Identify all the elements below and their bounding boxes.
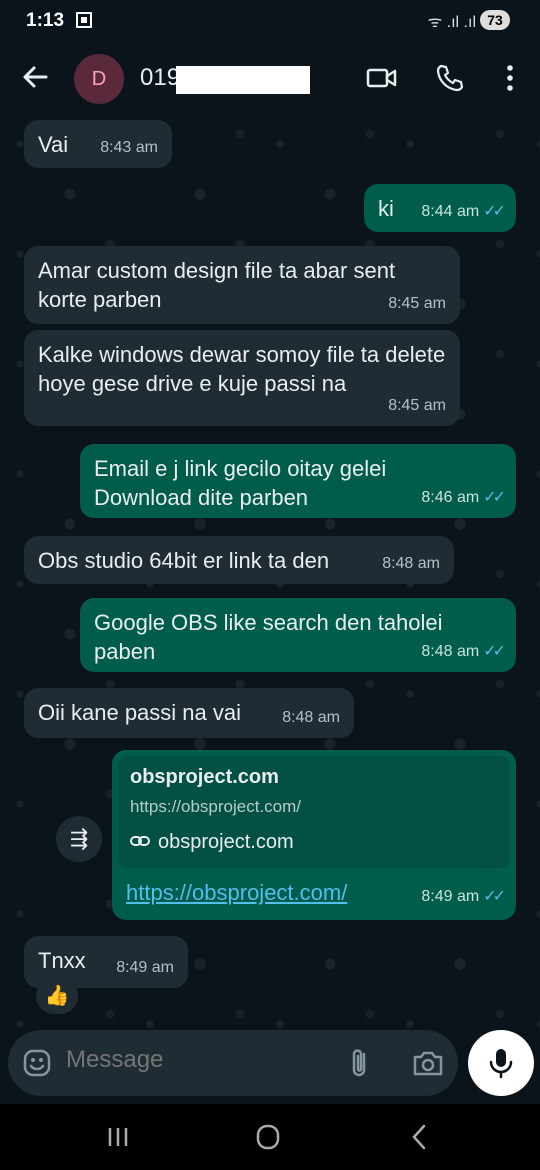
message-time: 8:48 am xyxy=(421,643,480,660)
link-preview[interactable]: obsproject.com https://obsproject.com/ o… xyxy=(118,756,510,868)
message-time: 8:48 am xyxy=(282,709,340,726)
chat-header: D 019 xyxy=(0,42,540,114)
message-bubble[interactable]: Amar custom design file ta abar sent kor… xyxy=(24,246,460,324)
voice-record-button[interactable] xyxy=(468,1030,534,1096)
message-bubble[interactable]: Google OBS like search den taholei paben… xyxy=(80,598,516,672)
read-ticks-icon: ✓✓ xyxy=(483,888,506,905)
status-time: 1:13 xyxy=(26,10,65,31)
redaction-block xyxy=(176,66,310,94)
message-bubble[interactable]: Kalke windows dewar somoy file ta delete… xyxy=(24,330,460,426)
chat-area[interactable]: Vai 8:43 am ki 8:44 am ✓✓ Amar custom des… xyxy=(0,114,540,1034)
link-preview-url: https://obsproject.com/ xyxy=(130,797,302,816)
link-preview-site-label: obsproject.com xyxy=(158,831,294,853)
message-time: 8:45 am xyxy=(388,295,446,312)
microphone-icon xyxy=(489,1049,513,1079)
message-bubble[interactable]: Oii kane passi na vai 8:48 am xyxy=(24,688,354,738)
contact-name[interactable]: 019 xyxy=(140,64,180,92)
screenshot-icon xyxy=(74,10,94,36)
emoji-icon[interactable] xyxy=(22,1048,52,1078)
link-preview-site: obsproject.com xyxy=(130,831,498,854)
avatar[interactable]: D xyxy=(74,54,124,104)
message-text: Kalke windows dewar somoy file ta delete… xyxy=(38,342,446,396)
back-icon[interactable] xyxy=(402,1122,438,1152)
read-ticks-icon: ✓✓ xyxy=(483,643,506,660)
message-input[interactable] xyxy=(66,1046,326,1074)
message-time: 8:46 am xyxy=(421,489,480,506)
system-navigation-bar xyxy=(0,1104,540,1170)
hyperlink[interactable]: https://obsproject.com/ xyxy=(126,880,347,906)
more-options-icon[interactable] xyxy=(494,62,526,94)
status-bar: 1:13 ᯤ .ıl .ıl 73 xyxy=(0,0,540,42)
back-arrow-icon[interactable] xyxy=(18,60,52,94)
message-text: Amar custom design file ta abar sent kor… xyxy=(38,258,396,312)
message-text: Vai xyxy=(38,132,69,157)
link-icon xyxy=(130,831,150,854)
message-bubble[interactable]: Obs studio 64bit er link ta den 8:48 am xyxy=(24,536,454,584)
thumbs-up-reaction-icon[interactable]: 👍 xyxy=(36,978,78,1014)
read-ticks-icon: ✓✓ xyxy=(483,203,506,220)
camera-icon[interactable] xyxy=(412,1048,444,1078)
message-time: 8:43 am xyxy=(100,139,158,156)
signal-icon: ᯤ .ıl .ıl xyxy=(427,14,476,31)
recent-apps-icon[interactable] xyxy=(100,1122,136,1152)
read-ticks-icon: ✓✓ xyxy=(483,489,506,506)
message-bubble[interactable]: ki 8:44 am ✓✓ xyxy=(364,184,516,232)
message-text: Oii kane passi na vai xyxy=(38,700,241,725)
message-text: Google OBS like search den taholei paben xyxy=(94,610,443,664)
voice-call-icon[interactable] xyxy=(434,62,466,94)
message-bubble[interactable]: Email e j link gecilo oitay gelei Downlo… xyxy=(80,444,516,518)
message-time: 8:45 am xyxy=(388,397,446,414)
message-text: Email e j link gecilo oitay gelei Downlo… xyxy=(94,456,387,510)
message-time: 8:44 am xyxy=(421,203,480,220)
forward-icon[interactable]: ⇶ xyxy=(56,816,102,862)
link-preview-domain: obsproject.com xyxy=(130,766,279,788)
attachment-icon[interactable] xyxy=(346,1046,374,1080)
message-time: 8:49 am xyxy=(421,888,480,905)
message-time: 8:48 am xyxy=(382,555,440,572)
home-icon[interactable] xyxy=(250,1122,286,1152)
message-text: Tnxx xyxy=(38,948,86,973)
link-message[interactable]: obsproject.com https://obsproject.com/ o… xyxy=(112,750,516,920)
message-text: Obs studio 64bit er link ta den xyxy=(38,548,330,573)
message-bubble[interactable]: Vai 8:43 am xyxy=(24,120,172,168)
video-call-icon[interactable] xyxy=(366,62,398,94)
message-composer xyxy=(8,1030,458,1096)
battery-indicator: 73 xyxy=(480,10,510,30)
message-text: ki xyxy=(378,196,394,221)
message-time: 8:49 am xyxy=(116,959,174,976)
